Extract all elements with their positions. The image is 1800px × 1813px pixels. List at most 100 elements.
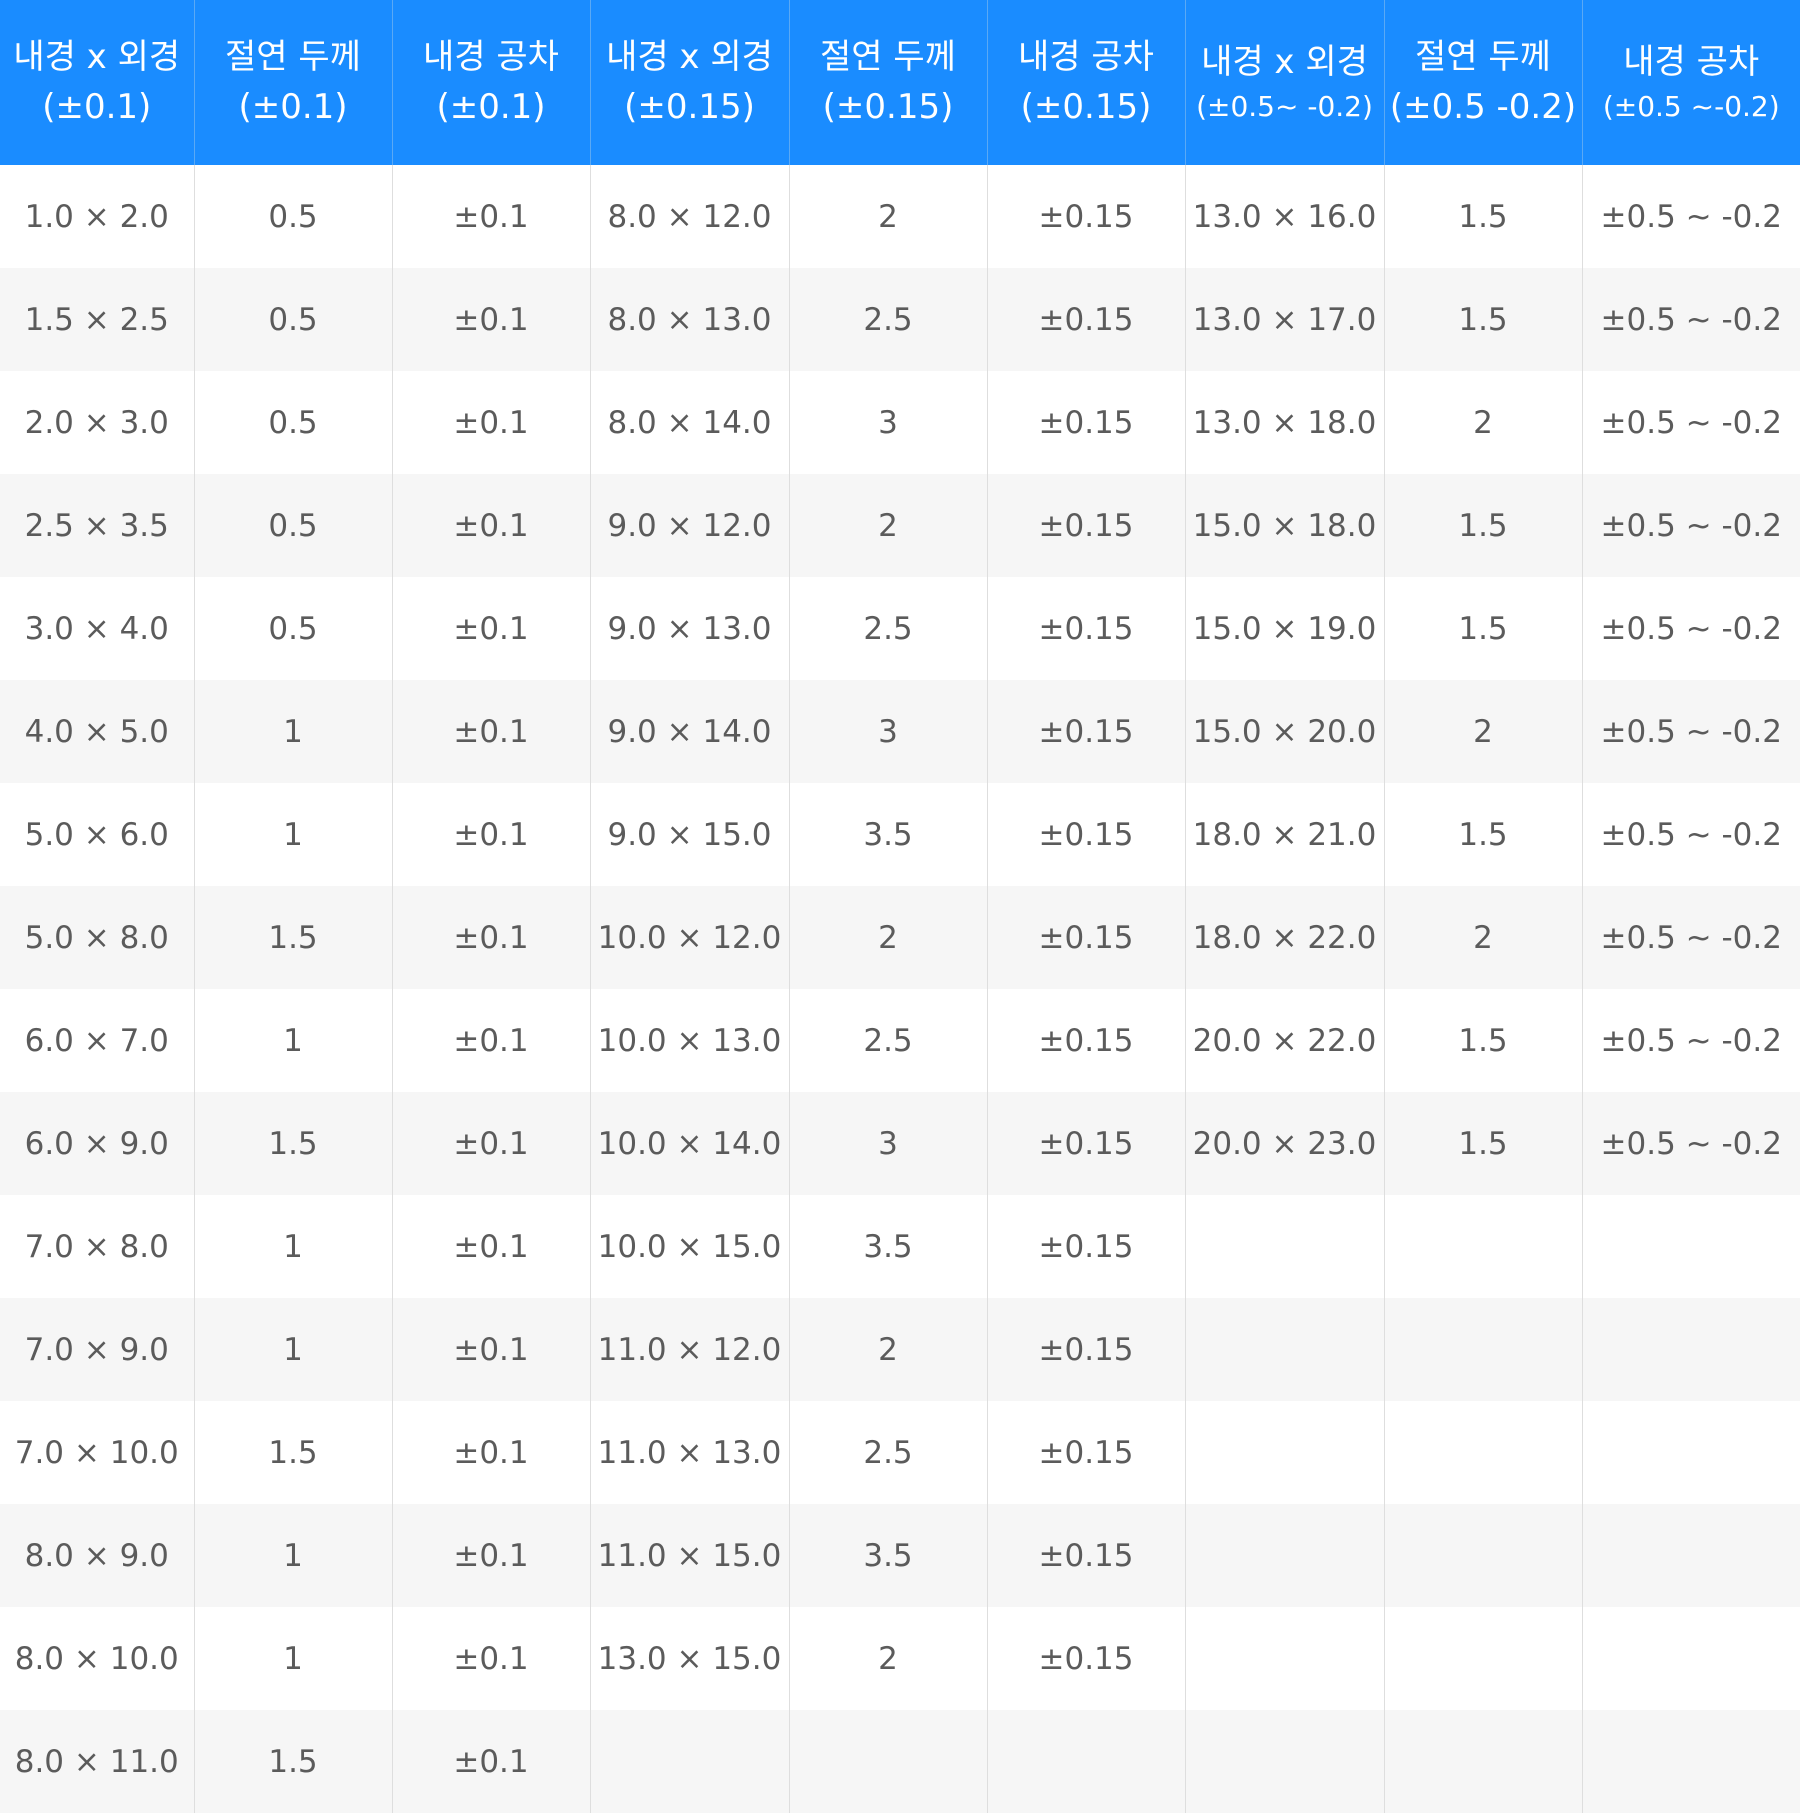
table-cell: 6.0 × 7.0 bbox=[0, 989, 195, 1092]
table-cell: 1.5 bbox=[194, 1401, 393, 1504]
table-cell: 9.0 × 15.0 bbox=[590, 783, 790, 886]
table-row: 5.0 × 6.0 1 ±0.1 9.0 × 15.0 3.5 ±0.15 18.0 × 2… bbox=[0, 783, 1800, 886]
table-cell bbox=[590, 1710, 790, 1813]
table-cell: 18.0 × 22.0 bbox=[1185, 886, 1385, 989]
table-cell: 1.5 × 2.5 bbox=[0, 268, 195, 371]
table-cell: ±0.1 bbox=[392, 783, 591, 886]
table-cell bbox=[1384, 1504, 1583, 1607]
table-cell: ±0.1 bbox=[392, 680, 591, 783]
table-cell: ±0.1 bbox=[392, 1298, 591, 1401]
table-cell bbox=[1384, 1401, 1583, 1504]
table-cell: 1.5 bbox=[1384, 989, 1583, 1092]
table-cell bbox=[1582, 1401, 1800, 1504]
table-cell: ±0.15 bbox=[987, 577, 1186, 680]
table-row: 2.5 × 3.5 0.5 ±0.1 9.0 × 12.0 2 ±0.15 15.0 × 1… bbox=[0, 474, 1800, 577]
table-cell: 7.0 × 10.0 bbox=[0, 1401, 195, 1504]
spec-table: 내경 x 외경 (±0.1) 절연 두께 (±0.1) 내경 공차 (±0.1) 내경… bbox=[0, 0, 1800, 1813]
table-cell bbox=[1185, 1504, 1385, 1607]
header-cell: 절연 두께 (±0.15) bbox=[789, 0, 988, 165]
table-cell: 1 bbox=[194, 783, 393, 886]
table-cell: ±0.15 bbox=[987, 1195, 1186, 1298]
table-cell: ±0.1 bbox=[392, 1710, 591, 1813]
table-body: 1.0 × 2.0 0.5 ±0.1 8.0 × 12.0 2 ±0.15 13.0 × 1… bbox=[0, 165, 1800, 1813]
table-cell bbox=[1582, 1298, 1800, 1401]
table-cell: 2 bbox=[789, 165, 988, 268]
table-cell: 10.0 × 14.0 bbox=[590, 1092, 790, 1195]
table-cell bbox=[1185, 1401, 1385, 1504]
table-cell bbox=[1384, 1298, 1583, 1401]
table-cell: 8.0 × 13.0 bbox=[590, 268, 790, 371]
table-row: 7.0 × 8.0 1 ±0.1 10.0 × 15.0 3.5 ±0.15 bbox=[0, 1195, 1800, 1298]
table-cell: ±0.15 bbox=[987, 886, 1186, 989]
table-cell: 3.5 bbox=[789, 1504, 988, 1607]
table-row: 8.0 × 11.0 1.5 ±0.1 bbox=[0, 1710, 1800, 1813]
table-cell: 13.0 × 16.0 bbox=[1185, 165, 1385, 268]
table-cell: 0.5 bbox=[194, 268, 393, 371]
table-cell: ±0.5 ~ -0.2 bbox=[1582, 371, 1800, 474]
table-cell: 20.0 × 22.0 bbox=[1185, 989, 1385, 1092]
table-cell: 11.0 × 15.0 bbox=[590, 1504, 790, 1607]
table-cell bbox=[1185, 1710, 1385, 1813]
table-cell: ±0.1 bbox=[392, 1607, 591, 1710]
table-cell: 0.5 bbox=[194, 165, 393, 268]
table-cell: 13.0 × 15.0 bbox=[590, 1607, 790, 1710]
table-cell: 11.0 × 12.0 bbox=[590, 1298, 790, 1401]
table-cell: 1.5 bbox=[194, 886, 393, 989]
header-cell: 내경 공차 (±0.15) bbox=[987, 0, 1186, 165]
table-cell: 6.0 × 9.0 bbox=[0, 1092, 195, 1195]
table-cell: ±0.15 bbox=[987, 1092, 1186, 1195]
table-cell: ±0.5 ~ -0.2 bbox=[1582, 474, 1800, 577]
table-cell: ±0.1 bbox=[392, 989, 591, 1092]
table-cell: 1 bbox=[194, 1298, 393, 1401]
table-row: 8.0 × 9.0 1 ±0.1 11.0 × 15.0 3.5 ±0.15 bbox=[0, 1504, 1800, 1607]
table-row: 2.0 × 3.0 0.5 ±0.1 8.0 × 14.0 3 ±0.15 13.0 × 1… bbox=[0, 371, 1800, 474]
table-row: 8.0 × 10.0 1 ±0.1 13.0 × 15.0 2 ±0.15 bbox=[0, 1607, 1800, 1710]
table-row: 6.0 × 7.0 1 ±0.1 10.0 × 13.0 2.5 ±0.15 20.0 × … bbox=[0, 989, 1800, 1092]
table-cell bbox=[987, 1710, 1186, 1813]
table-header: 내경 x 외경 (±0.1) 절연 두께 (±0.1) 내경 공차 (±0.1) 내경… bbox=[0, 0, 1800, 165]
table-cell: 2 bbox=[789, 1607, 988, 1710]
table-cell: 1.5 bbox=[1384, 1092, 1583, 1195]
table-cell: 15.0 × 19.0 bbox=[1185, 577, 1385, 680]
table-cell: ±0.1 bbox=[392, 371, 591, 474]
table-cell: ±0.1 bbox=[392, 1504, 591, 1607]
table-row: 4.0 × 5.0 1 ±0.1 9.0 × 14.0 3 ±0.15 15.0 × 20.… bbox=[0, 680, 1800, 783]
table-cell: 15.0 × 18.0 bbox=[1185, 474, 1385, 577]
table-cell bbox=[1185, 1607, 1385, 1710]
table-cell: ±0.1 bbox=[392, 474, 591, 577]
table-row: 3.0 × 4.0 0.5 ±0.1 9.0 × 13.0 2.5 ±0.15 15.0 ×… bbox=[0, 577, 1800, 680]
table-cell: 3 bbox=[789, 371, 988, 474]
table-cell bbox=[789, 1710, 988, 1813]
table-cell: 1.0 × 2.0 bbox=[0, 165, 195, 268]
table-cell: ±0.5 ~ -0.2 bbox=[1582, 886, 1800, 989]
table-cell: 2.5 bbox=[789, 1401, 988, 1504]
header-cell: 절연 두께 (±0.1) bbox=[194, 0, 393, 165]
table-cell: ±0.5 ~ -0.2 bbox=[1582, 783, 1800, 886]
table-cell: 1.5 bbox=[1384, 474, 1583, 577]
table-cell: 1 bbox=[194, 1607, 393, 1710]
table-cell: 11.0 × 13.0 bbox=[590, 1401, 790, 1504]
table-cell: 2.5 bbox=[789, 989, 988, 1092]
table-cell: 9.0 × 13.0 bbox=[590, 577, 790, 680]
table-cell: 3 bbox=[789, 680, 988, 783]
table-cell: ±0.15 bbox=[987, 680, 1186, 783]
header-cell: 내경 x 외경 (±0.1) bbox=[0, 0, 195, 165]
table-cell: 1 bbox=[194, 1504, 393, 1607]
header-cell: 절연 두께 (±0.5 -0.2) bbox=[1384, 0, 1583, 165]
table-cell bbox=[1185, 1195, 1385, 1298]
table-cell: 18.0 × 21.0 bbox=[1185, 783, 1385, 886]
table-cell: 2 bbox=[789, 1298, 988, 1401]
table-cell: ±0.15 bbox=[987, 165, 1186, 268]
table-row: 7.0 × 9.0 1 ±0.1 11.0 × 12.0 2 ±0.15 bbox=[0, 1298, 1800, 1401]
table-cell: ±0.5 ~ -0.2 bbox=[1582, 680, 1800, 783]
header-cell: 내경 공차 (±0.5 ~-0.2) bbox=[1582, 0, 1800, 165]
table-cell: ±0.15 bbox=[987, 1298, 1186, 1401]
table-cell: 1.5 bbox=[1384, 268, 1583, 371]
table-cell: 2 bbox=[789, 474, 988, 577]
table-cell: 1.5 bbox=[1384, 165, 1583, 268]
table-row: 1.5 × 2.5 0.5 ±0.1 8.0 × 13.0 2.5 ±0.15 13.0 ×… bbox=[0, 268, 1800, 371]
table-cell: 13.0 × 17.0 bbox=[1185, 268, 1385, 371]
table-cell: 2.5 bbox=[789, 268, 988, 371]
table-row: 6.0 × 9.0 1.5 ±0.1 10.0 × 14.0 3 ±0.15 20.0 × … bbox=[0, 1092, 1800, 1195]
table-cell: 10.0 × 13.0 bbox=[590, 989, 790, 1092]
